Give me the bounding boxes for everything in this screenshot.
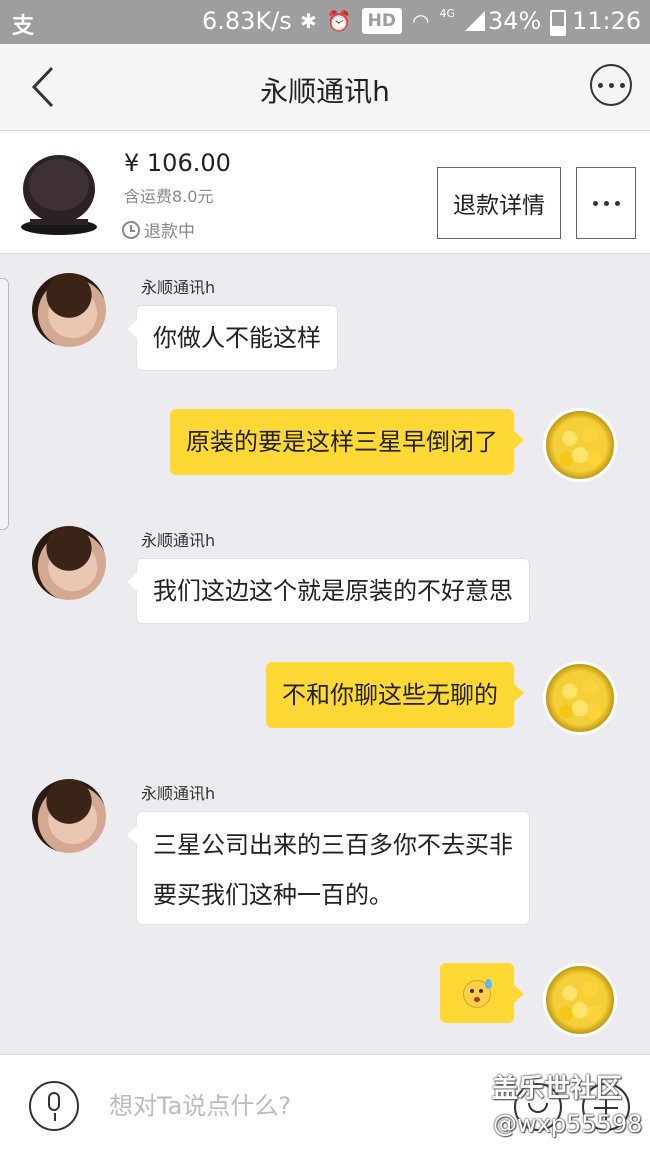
watermark-text: 盖乐世社区 (492, 1074, 623, 1104)
refund-status: 退款中 (122, 217, 195, 242)
dot (592, 200, 598, 206)
sweat-drop (485, 979, 492, 989)
avatar[interactable] (543, 963, 617, 1037)
clock-icon (122, 220, 140, 239)
status-bar: 支 6.83K/s ✱ ⏰ HD ◠ 4G 34% 11:26 (0, 0, 650, 44)
product-price: ¥ 106.00 (124, 149, 231, 177)
message-bubble[interactable] (440, 963, 524, 1023)
message-bubble[interactable]: 原装的要是这样三星早倒闭了 (170, 409, 524, 475)
voice-input-button[interactable] (29, 1081, 79, 1131)
message-bubble[interactable]: 不和你聊这些无聊的 (266, 662, 524, 728)
wifi-icon: ◠ (412, 9, 430, 33)
message-bubble[interactable]: 你做人不能这样 (127, 305, 338, 371)
refund-details-button[interactable]: 退款详情 (437, 167, 561, 239)
dot (603, 200, 609, 206)
alarm-icon: ⏰ (326, 9, 352, 33)
page-title: 永顺通讯h (260, 75, 390, 108)
bluetooth-icon: ✱ (300, 9, 317, 33)
chat-header: 永顺通讯h (0, 44, 650, 131)
shipping-fee: 含运费8.0元 (124, 187, 214, 206)
avatar[interactable] (543, 408, 617, 482)
product-thumbnail[interactable] (18, 143, 100, 243)
network-type: 4G (439, 6, 455, 20)
message-line: 要买我们这种一百的。 (153, 881, 393, 909)
side-handle[interactable] (0, 278, 9, 530)
signal-icon (465, 11, 485, 31)
status-icons: ✱ ⏰ HD ◠ 4G (300, 6, 485, 34)
avatar[interactable] (32, 273, 106, 347)
hd-badge: HD (361, 8, 403, 34)
dot (614, 200, 620, 206)
product-more-button[interactable] (576, 167, 636, 239)
order-product-bar: ¥ 106.00 含运费8.0元 退款中 退款详情 (0, 131, 650, 254)
refund-status-label: 退款中 (144, 222, 195, 242)
watermark-handle: @wxp55598 (493, 1110, 643, 1138)
avatar[interactable] (543, 661, 617, 735)
sender-name: 永顺通讯h (141, 531, 216, 550)
avatar[interactable] (32, 526, 106, 600)
more-options-button[interactable] (590, 64, 632, 106)
avatar[interactable] (32, 779, 106, 853)
network-speed: 6.83K/s (202, 7, 292, 35)
message-input[interactable] (107, 1091, 471, 1121)
sweat-face-emoji-icon (463, 979, 492, 1008)
sender-name: 永顺通讯h (141, 784, 216, 803)
alipay-icon: 支 (12, 14, 35, 39)
sender-name: 永顺通讯h (141, 278, 216, 297)
battery-percent: 34% (488, 7, 542, 35)
message-bubble[interactable]: 我们这边这个就是原装的不好意思 (127, 558, 530, 624)
message-bubble[interactable]: 三星公司出来的三百多你不去买非 要买我们这种一百的。 (127, 811, 530, 925)
dot (597, 82, 603, 88)
clock-time: 11:26 (572, 7, 642, 35)
dot (619, 82, 625, 88)
battery-icon (550, 10, 566, 36)
message-line: 三星公司出来的三百多你不去买非 (153, 831, 513, 859)
dot (608, 82, 614, 88)
